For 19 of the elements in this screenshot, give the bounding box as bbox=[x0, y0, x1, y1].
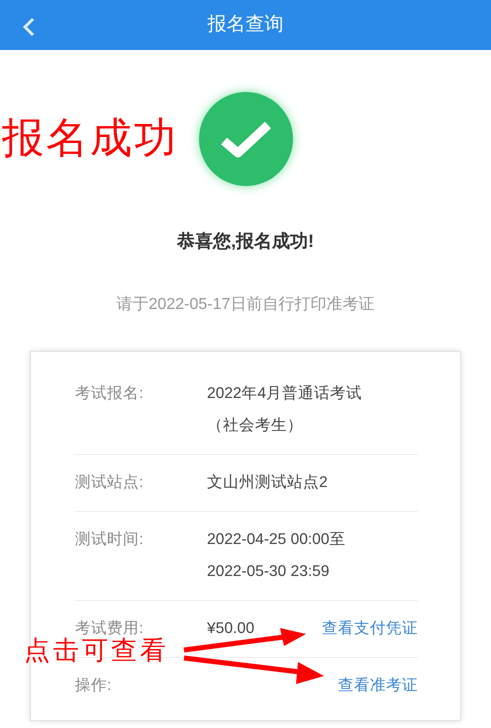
field-value: 2022-04-25 00:00至 2022-05-30 23:59 bbox=[207, 530, 346, 582]
print-deadline-note: 请于2022-05-17日前自行打印准考证 bbox=[116, 296, 374, 313]
field-label: 测试站点: bbox=[75, 473, 144, 493]
view-link[interactable]: 查看准考证 bbox=[338, 670, 418, 702]
success-title: 恭喜您,报名成功! bbox=[177, 231, 314, 251]
annotation-text: 报名成功 bbox=[2, 112, 178, 164]
page-title: 报名查询 bbox=[208, 12, 284, 37]
field-label: 操作: bbox=[75, 676, 112, 696]
field-value: ¥50.00 bbox=[207, 619, 254, 639]
back-icon bbox=[22, 16, 36, 37]
field-label: 考试费用: bbox=[75, 619, 144, 638]
back-button[interactable] bbox=[22, 15, 36, 39]
field-value: 2022年4月普通话考试 （社会考生） bbox=[207, 384, 362, 436]
annotation-text: 点击可查看 bbox=[24, 638, 169, 665]
success-check-icon bbox=[198, 92, 292, 186]
field-label: 考试报名: bbox=[75, 384, 144, 404]
field-label: 测试时间: bbox=[75, 530, 144, 550]
field-value: 文山州测试站点2 bbox=[207, 473, 328, 493]
view-link[interactable]: 查看支付凭证 bbox=[322, 613, 418, 645]
